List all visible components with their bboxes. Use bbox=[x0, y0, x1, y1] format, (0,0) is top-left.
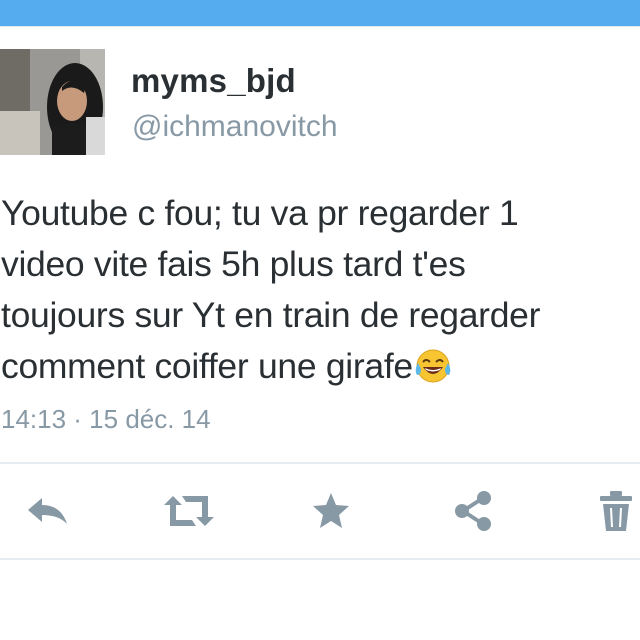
reply-button[interactable] bbox=[22, 486, 72, 536]
star-icon bbox=[311, 492, 351, 530]
share-icon bbox=[453, 490, 493, 532]
tweet-text-line: toujours sur Yt en train de regarder bbox=[1, 295, 541, 335]
share-button[interactable] bbox=[450, 486, 496, 536]
trash-icon bbox=[599, 490, 633, 532]
tears-of-joy-emoji-icon bbox=[414, 347, 452, 398]
tweet-text-last: comment coiffer une girafe bbox=[1, 346, 413, 386]
author-handle[interactable]: @ichmanovitch bbox=[132, 110, 338, 144]
avatar[interactable] bbox=[0, 49, 105, 155]
favorite-button[interactable] bbox=[308, 486, 354, 536]
app-header-bar bbox=[0, 0, 640, 26]
tweet-timestamp: 14:13 · 15 déc. 14 bbox=[1, 404, 211, 434]
header-divider bbox=[0, 26, 640, 27]
delete-button[interactable] bbox=[596, 486, 636, 536]
author-display-name[interactable]: myms_bjd bbox=[131, 62, 296, 100]
tweet-text-line: comment coiffer une girafe bbox=[1, 341, 637, 398]
retweet-icon bbox=[162, 494, 216, 528]
reply-icon bbox=[25, 496, 69, 526]
actions-top-divider bbox=[0, 462, 640, 464]
tweet-text-line: video vite fais 5h plus tard t'es bbox=[1, 244, 466, 284]
retweet-button[interactable] bbox=[160, 486, 218, 536]
tweet-text: Youtube c fou; tu va pr regarder 1 video… bbox=[1, 188, 637, 398]
actions-bottom-divider bbox=[0, 558, 640, 560]
tweet-actions-bar bbox=[0, 486, 640, 536]
tweet-text-line: Youtube c fou; tu va pr regarder 1 bbox=[1, 193, 519, 233]
